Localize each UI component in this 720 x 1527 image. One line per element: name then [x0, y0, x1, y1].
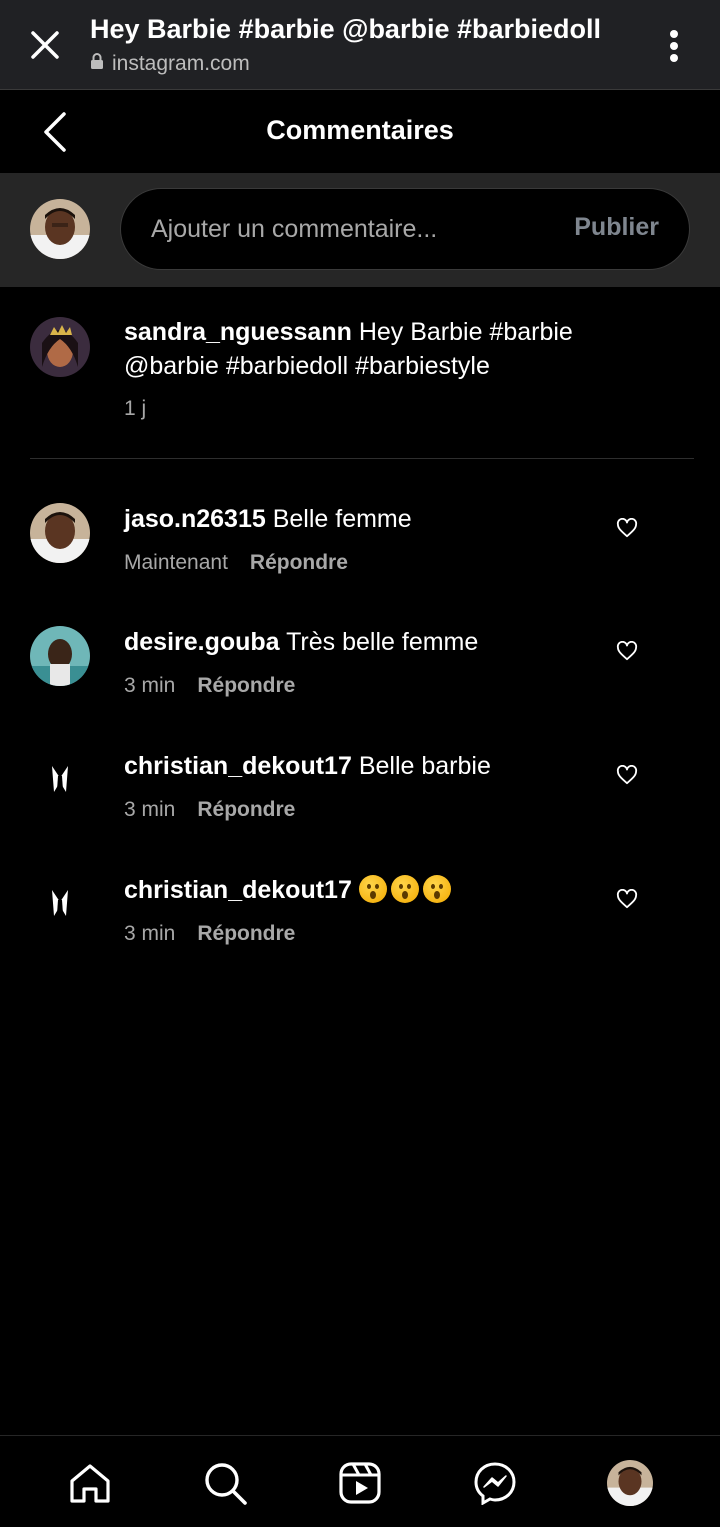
reply-button[interactable]: Répondre: [197, 798, 295, 822]
current-user-avatar: [30, 199, 90, 259]
comment-body: christian_dekout17 Belle barbie: [124, 750, 491, 782]
commenter-avatar[interactable]: [30, 874, 90, 934]
close-icon[interactable]: [24, 24, 66, 66]
comment-text: Très belle femme: [286, 628, 479, 656]
comment-time: 3 min: [124, 674, 176, 697]
page-title: Commentaires: [266, 115, 454, 145]
url-row[interactable]: instagram.com: [90, 52, 250, 76]
reply-button[interactable]: Répondre: [197, 922, 295, 946]
reels-icon[interactable]: [337, 1460, 383, 1506]
comment-input[interactable]: [151, 189, 551, 269]
heart-icon[interactable]: [616, 517, 644, 544]
comment-item: desire.gouba Très belle femme 3 min Répo…: [30, 626, 690, 736]
comment-username[interactable]: christian_dekout17: [124, 876, 352, 904]
caption-body: sandra_nguessann Hey Barbie #barbie @bar…: [124, 315, 604, 383]
profile-avatar[interactable]: [607, 1460, 653, 1506]
hushed-face-icon: [358, 875, 387, 903]
home-icon[interactable]: [67, 1460, 113, 1506]
commenter-avatar[interactable]: [30, 626, 90, 686]
heart-icon[interactable]: [616, 764, 644, 791]
hushed-face-emoji-icon: [358, 875, 455, 904]
caption-author-avatar[interactable]: [30, 317, 90, 377]
comment-username[interactable]: desire.gouba: [124, 628, 280, 656]
browser-url: instagram.com: [112, 52, 250, 75]
comment-item: christian_dekout17 Belle barbie 3 min Ré…: [30, 750, 690, 860]
heart-icon[interactable]: [616, 640, 644, 667]
comment-body: desire.gouba Très belle femme: [124, 626, 478, 658]
comment-meta: 3 min Répondre: [124, 674, 295, 698]
reply-button[interactable]: Répondre: [197, 674, 295, 698]
reply-button[interactable]: Répondre: [250, 551, 348, 575]
search-icon[interactable]: [202, 1460, 248, 1506]
heart-icon[interactable]: [616, 888, 644, 915]
hushed-face-icon: [422, 875, 451, 903]
comment-time: Maintenant: [124, 551, 228, 574]
more-vertical-icon[interactable]: [656, 26, 692, 66]
comment-meta: Maintenant Répondre: [124, 551, 348, 575]
comment-item: jaso.n26315 Belle femme Maintenant Répon…: [30, 503, 690, 613]
comment-time: 3 min: [124, 922, 176, 945]
comment-meta: 3 min Répondre: [124, 922, 295, 946]
comment-text: Belle barbie: [358, 752, 491, 780]
comment-text: Belle femme: [272, 505, 412, 533]
comment-composer: Publier: [0, 173, 720, 287]
comment-time: 3 min: [124, 798, 176, 821]
lock-icon: [90, 53, 104, 75]
comment-item: christian_dekout17 3 min Répondre: [30, 874, 690, 984]
comment-body: christian_dekout17: [124, 874, 455, 906]
messenger-icon[interactable]: [472, 1460, 518, 1506]
comment-meta: 3 min Répondre: [124, 798, 295, 822]
comment-input-container: Publier: [120, 188, 690, 270]
publish-button[interactable]: Publier: [574, 213, 659, 242]
comment-body: jaso.n26315 Belle femme: [124, 503, 412, 535]
comment-username[interactable]: christian_dekout17: [124, 752, 352, 780]
bottom-navigation: [0, 1435, 720, 1527]
profile-avatar-image: [607, 1460, 653, 1506]
comments-header: Commentaires: [0, 91, 720, 173]
divider: [30, 458, 694, 459]
commenter-avatar[interactable]: [30, 750, 90, 810]
browser-toolbar: Hey Barbie #barbie @barbie #barbiedoll i…: [0, 0, 720, 90]
caption-time: 1 j: [124, 397, 147, 420]
commenter-avatar[interactable]: [30, 503, 90, 563]
caption-username[interactable]: sandra_nguessann: [124, 318, 352, 346]
browser-page-title: Hey Barbie #barbie @barbie #barbiedoll: [90, 14, 601, 44]
comment-username[interactable]: jaso.n26315: [124, 505, 266, 533]
hushed-face-icon: [390, 875, 419, 903]
